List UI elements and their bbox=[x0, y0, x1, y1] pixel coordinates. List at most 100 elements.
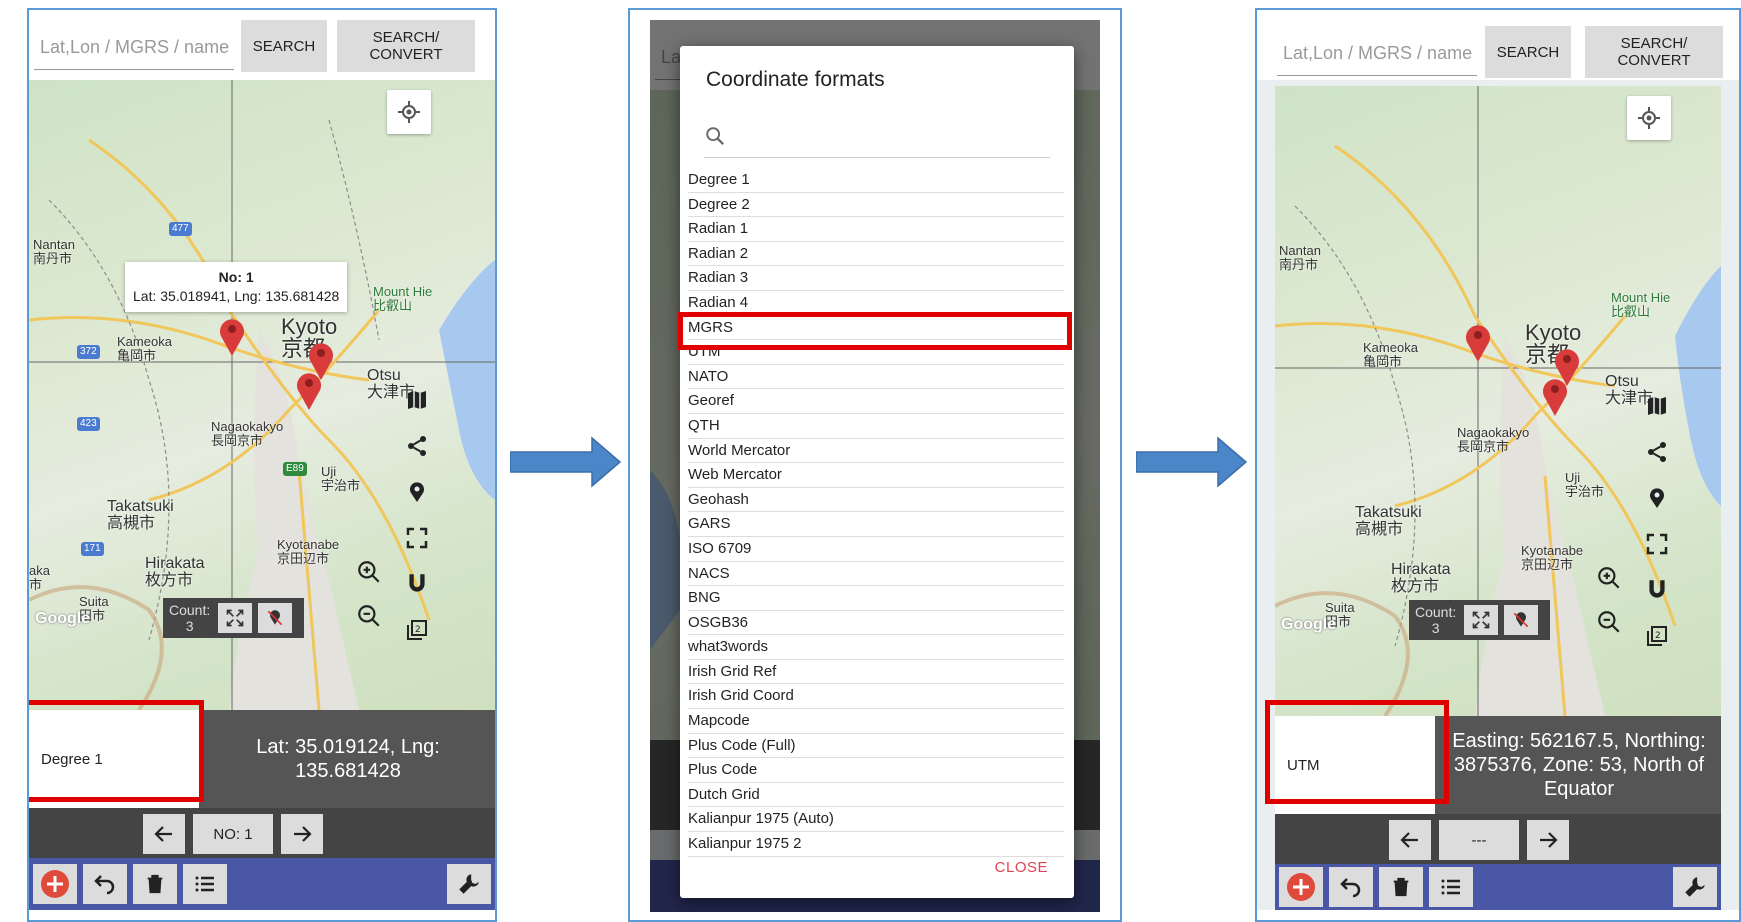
close-button[interactable]: CLOSE bbox=[995, 859, 1048, 876]
format-option[interactable]: Mapcode bbox=[688, 709, 1064, 734]
format-option[interactable]: MGRS bbox=[688, 316, 1064, 341]
format-option[interactable]: Irish Grid Ref bbox=[688, 660, 1064, 685]
map-pin-icon[interactable] bbox=[218, 316, 246, 356]
undo-button[interactable] bbox=[83, 864, 127, 904]
format-option[interactable]: what3words bbox=[688, 635, 1064, 660]
screenshot-step-3: SEARCH SEARCH/ CONVERT Nantan南丹市 Kameoka… bbox=[1255, 8, 1741, 922]
format-option[interactable]: NATO bbox=[688, 365, 1064, 390]
search-input[interactable] bbox=[1277, 32, 1477, 76]
format-option[interactable]: BNG bbox=[688, 586, 1064, 611]
format-option[interactable]: Plus Code bbox=[688, 758, 1064, 783]
format-option[interactable]: Kalianpur 1975 (Auto) bbox=[688, 807, 1064, 833]
add-marker-button[interactable] bbox=[1279, 867, 1323, 907]
format-option[interactable]: GARS bbox=[688, 512, 1064, 537]
map-pin-icon[interactable] bbox=[1541, 376, 1569, 416]
fit-markers-button[interactable] bbox=[218, 603, 253, 633]
layers-button[interactable]: 2 bbox=[397, 610, 437, 650]
marker-count: Count: 3 bbox=[163, 598, 305, 638]
list-button[interactable] bbox=[183, 864, 227, 904]
hide-markers-button[interactable] bbox=[258, 603, 293, 633]
search-input[interactable] bbox=[34, 26, 234, 70]
format-option[interactable]: Plus Code (Full) bbox=[688, 734, 1064, 759]
delete-button[interactable] bbox=[1379, 867, 1423, 907]
format-option[interactable]: Dutch Grid bbox=[688, 783, 1064, 808]
undo-icon bbox=[1340, 878, 1361, 898]
format-option[interactable]: QTH bbox=[688, 414, 1064, 439]
place-label: Kyotanabe 京田辺市 bbox=[277, 537, 340, 566]
zoom-out-button[interactable] bbox=[1589, 602, 1629, 642]
place-label: Nantan 南丹市 bbox=[33, 237, 75, 266]
zoom-in-button[interactable] bbox=[349, 552, 389, 592]
search-convert-button[interactable]: SEARCH/ CONVERT bbox=[1585, 26, 1723, 78]
format-selector[interactable]: UTM bbox=[1275, 716, 1435, 814]
format-option[interactable]: Kalianpur 1975 2 bbox=[688, 832, 1064, 857]
format-option[interactable]: Irish Grid Coord bbox=[688, 684, 1064, 710]
map-pin-icon[interactable] bbox=[1464, 322, 1492, 362]
format-option[interactable]: OSGB36 bbox=[688, 611, 1064, 636]
place-label: Hirakata 枚方市 bbox=[1391, 561, 1451, 595]
map-view[interactable]: Nantan 南丹市 Kameoka 亀岡市 Kyoto 京都 Otsu 大津市 Nag… bbox=[29, 80, 495, 710]
map-pin-icon[interactable] bbox=[295, 370, 323, 410]
undo-button[interactable] bbox=[1329, 867, 1373, 907]
place-marker-button[interactable] bbox=[397, 472, 437, 512]
format-selector[interactable]: Degree 1 bbox=[29, 710, 199, 808]
delete-button[interactable] bbox=[133, 864, 177, 904]
search-button[interactable]: SEARCH bbox=[1485, 26, 1571, 78]
format-option[interactable]: World Mercator bbox=[688, 439, 1064, 464]
place-label: aka 市 bbox=[29, 563, 50, 592]
zoom-out-button[interactable] bbox=[349, 596, 389, 636]
my-location-button[interactable] bbox=[1627, 96, 1671, 140]
format-option[interactable]: Radian 2 bbox=[688, 242, 1064, 267]
settings-button[interactable] bbox=[447, 864, 491, 904]
format-option[interactable]: NACS bbox=[688, 562, 1064, 587]
fullscreen-button[interactable] bbox=[1637, 524, 1677, 564]
zoom-out-icon bbox=[1598, 611, 1620, 633]
snap-button[interactable] bbox=[397, 564, 437, 604]
my-location-button[interactable] bbox=[387, 90, 431, 134]
format-option[interactable]: Geohash bbox=[688, 488, 1064, 513]
search-convert-button[interactable]: SEARCH/ CONVERT bbox=[337, 20, 475, 72]
search-button[interactable]: SEARCH bbox=[241, 20, 327, 72]
layers-button[interactable]: 2 bbox=[1637, 616, 1677, 656]
format-option[interactable]: Degree 2 bbox=[688, 193, 1064, 218]
search-bar: SEARCH SEARCH/ CONVERT bbox=[29, 10, 495, 80]
location-pin-icon bbox=[410, 482, 424, 502]
add-icon bbox=[1287, 873, 1315, 901]
format-option[interactable]: Degree 1 bbox=[688, 168, 1064, 193]
fit-markers-button[interactable] bbox=[1464, 605, 1499, 635]
format-option[interactable]: Georef bbox=[688, 389, 1064, 414]
prev-marker-button[interactable] bbox=[1389, 820, 1431, 860]
marker-popup[interactable]: No: 1 Lat: 35.018941, Lng: 135.681428 bbox=[125, 262, 348, 312]
crosshair-icon bbox=[1638, 107, 1660, 129]
format-option[interactable]: ISO 6709 bbox=[688, 537, 1064, 562]
format-option[interactable]: UTM bbox=[688, 340, 1064, 365]
fullscreen-button[interactable] bbox=[397, 518, 437, 558]
prev-marker-button[interactable] bbox=[143, 814, 185, 854]
place-marker-button[interactable] bbox=[1637, 478, 1677, 518]
settings-button[interactable] bbox=[1673, 867, 1717, 907]
arrow-right-icon bbox=[294, 826, 312, 842]
snap-button[interactable] bbox=[1637, 570, 1677, 610]
zoom-in-button[interactable] bbox=[1589, 558, 1629, 598]
share-button[interactable] bbox=[397, 426, 437, 466]
add-marker-button[interactable] bbox=[33, 864, 77, 904]
format-option[interactable]: Radian 3 bbox=[688, 266, 1064, 291]
share-button[interactable] bbox=[1637, 432, 1677, 472]
layers-icon: 2 bbox=[1647, 626, 1667, 646]
list-button[interactable] bbox=[1429, 867, 1473, 907]
fit-bounds-icon bbox=[226, 609, 244, 627]
arrow-left-icon bbox=[1400, 832, 1418, 848]
marker-nav-bar: --- bbox=[1275, 814, 1721, 864]
format-search-field[interactable] bbox=[704, 114, 1050, 158]
map-type-button[interactable] bbox=[1637, 386, 1677, 426]
format-option[interactable]: Web Mercator bbox=[688, 463, 1064, 488]
format-option[interactable]: Radian 1 bbox=[688, 217, 1064, 242]
map-type-button[interactable] bbox=[397, 380, 437, 420]
format-option[interactable]: Radian 4 bbox=[688, 291, 1064, 316]
hide-markers-button[interactable] bbox=[1504, 605, 1539, 635]
arrow-right-icon bbox=[1136, 436, 1248, 488]
place-label: Uji 宇治市 bbox=[321, 464, 361, 493]
next-marker-button[interactable] bbox=[1527, 820, 1569, 860]
next-marker-button[interactable] bbox=[281, 814, 323, 854]
map-view[interactable]: Nantan 南丹市 Kameoka 亀岡市 Kyoto 京都 Otsu 大津市 Nag… bbox=[1275, 86, 1721, 716]
